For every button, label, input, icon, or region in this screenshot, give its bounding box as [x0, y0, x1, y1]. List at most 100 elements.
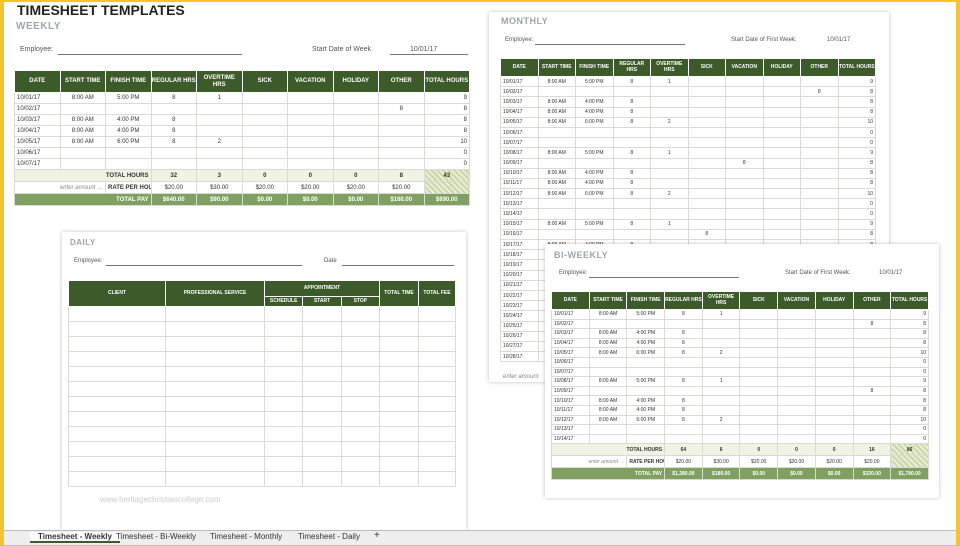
table-cell[interactable]: 8 [890, 337, 929, 349]
table-cell[interactable] [196, 147, 243, 159]
table-cell[interactable] [332, 103, 379, 115]
table-cell[interactable]: 8 [612, 218, 651, 230]
table-cell[interactable] [777, 376, 816, 387]
table-cell[interactable]: 10/21/17 [500, 279, 539, 291]
table-cell[interactable]: 10/22/17 [500, 289, 539, 302]
table-cell[interactable] [687, 208, 726, 220]
table-cell[interactable] [59, 147, 106, 159]
table-cell[interactable] [302, 441, 342, 457]
table-cell[interactable]: 8 [612, 147, 651, 159]
table-cell[interactable] [379, 366, 419, 382]
daily-date-field[interactable] [342, 265, 454, 266]
table-cell[interactable]: 2 [701, 347, 741, 358]
table-cell[interactable] [777, 328, 816, 339]
table-cell[interactable]: 10/06/17 [14, 147, 61, 159]
table-cell[interactable] [378, 114, 425, 126]
table-cell[interactable] [612, 86, 651, 98]
table-cell[interactable]: 4:00 PM [626, 328, 666, 339]
table-cell[interactable]: 8 [423, 103, 470, 115]
table-cell[interactable]: 8 [837, 157, 876, 169]
table-cell[interactable]: 8 [837, 167, 876, 179]
table-cell[interactable]: 9 [890, 376, 929, 387]
table-cell[interactable] [739, 404, 779, 416]
table-cell[interactable] [777, 366, 816, 378]
table-cell[interactable] [800, 96, 839, 108]
rate-cell[interactable]: $20.00 [777, 455, 816, 469]
table-cell[interactable] [701, 337, 741, 349]
table-cell[interactable]: 8:00 AM [59, 92, 106, 104]
table-cell[interactable]: 1 [650, 147, 689, 159]
table-cell[interactable] [800, 147, 839, 159]
table-cell[interactable]: 10 [837, 116, 876, 128]
table-cell[interactable] [302, 456, 342, 472]
table-cell[interactable] [814, 414, 854, 426]
plus-icon[interactable]: + [374, 530, 380, 541]
table-cell[interactable] [150, 158, 197, 170]
table-cell[interactable] [302, 321, 342, 337]
table-cell[interactable] [814, 433, 854, 445]
table-cell[interactable] [725, 86, 764, 98]
table-cell[interactable] [664, 433, 703, 445]
table-cell[interactable] [332, 114, 379, 126]
table-cell[interactable]: 8 [837, 106, 876, 118]
table-cell[interactable]: 10/13/17 [551, 424, 590, 435]
table-cell[interactable] [332, 158, 379, 170]
table-cell[interactable] [762, 167, 801, 179]
table-cell[interactable] [852, 414, 892, 426]
table-cell[interactable] [612, 157, 651, 169]
table-cell[interactable]: 8 [664, 376, 703, 387]
table-cell[interactable] [814, 404, 854, 416]
table-cell[interactable]: 8 [890, 404, 929, 416]
table-cell[interactable] [105, 158, 152, 170]
table-cell[interactable]: 8 [612, 96, 651, 108]
table-cell[interactable]: 10/02/17 [14, 103, 61, 115]
table-cell[interactable]: 10/05/17 [14, 136, 61, 148]
table-cell[interactable] [739, 337, 779, 349]
table-cell[interactable] [378, 125, 425, 137]
table-cell[interactable] [650, 198, 689, 210]
table-cell[interactable] [701, 366, 741, 378]
table-cell[interactable] [725, 208, 764, 220]
table-cell[interactable] [588, 356, 628, 368]
table-cell[interactable] [650, 228, 689, 241]
table-cell[interactable] [612, 137, 651, 149]
table-cell[interactable] [777, 347, 816, 358]
table-cell[interactable] [418, 396, 456, 412]
table-cell[interactable] [725, 188, 764, 200]
table-cell[interactable] [762, 208, 801, 220]
table-cell[interactable]: 8:00 AM [537, 167, 576, 179]
table-cell[interactable]: 8 [664, 347, 703, 358]
table-cell[interactable] [739, 309, 779, 320]
table-cell[interactable] [379, 351, 419, 367]
table-cell[interactable] [263, 411, 304, 427]
weekly-start-value[interactable]: 10/01/17 [410, 46, 437, 53]
table-cell[interactable] [739, 424, 779, 435]
table-cell[interactable] [263, 426, 304, 442]
table-cell[interactable] [814, 424, 854, 435]
table-cell[interactable]: 4:00 PM [105, 114, 152, 126]
table-cell[interactable]: 8:00 AM [588, 395, 628, 406]
table-cell[interactable]: 8:00 AM [588, 309, 628, 320]
table-cell[interactable]: 8 [837, 96, 876, 108]
table-cell[interactable] [340, 396, 381, 412]
table-cell[interactable]: 10/07/17 [551, 366, 590, 378]
table-cell[interactable] [379, 396, 419, 412]
table-cell[interactable]: 8:00 AM [537, 75, 576, 88]
table-cell[interactable]: 9 [837, 147, 876, 159]
table-cell[interactable] [800, 188, 839, 200]
table-cell[interactable]: 10/10/17 [500, 167, 539, 179]
table-cell[interactable] [852, 356, 892, 368]
table-cell[interactable] [626, 385, 666, 397]
table-cell[interactable] [537, 126, 576, 139]
table-cell[interactable] [687, 126, 726, 139]
table-cell[interactable] [379, 471, 419, 487]
table-cell[interactable] [762, 147, 801, 159]
table-cell[interactable] [664, 318, 703, 330]
table-cell[interactable]: 10/02/17 [500, 86, 539, 98]
table-cell[interactable]: 10/09/17 [551, 385, 590, 397]
table-cell[interactable] [241, 147, 288, 159]
table-cell[interactable] [379, 306, 419, 322]
table-cell[interactable] [418, 306, 456, 322]
table-cell[interactable] [302, 411, 342, 427]
table-cell[interactable] [196, 114, 243, 126]
